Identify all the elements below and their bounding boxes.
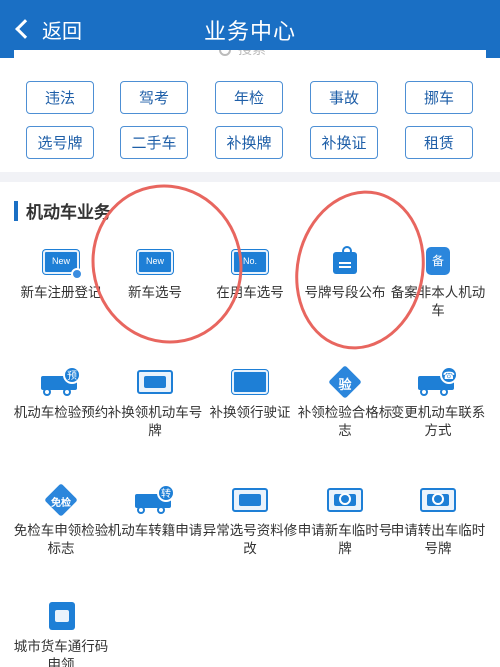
quick-button-accident[interactable]: 事故 bbox=[310, 81, 378, 114]
service-inspection-booking[interactable]: 预 机动车检验预约 bbox=[13, 366, 109, 422]
service-exempt-inspection-mark[interactable]: 免检 免检车申领检验标志 bbox=[13, 483, 109, 558]
service-label: 补换领行驶证 bbox=[209, 405, 291, 421]
red-circle-annotation bbox=[280, 178, 440, 362]
service-label: 变更机动车联系方式 bbox=[390, 405, 486, 439]
service-label: 城市货车通行码申领 bbox=[13, 639, 109, 667]
red-circle-annotation bbox=[70, 164, 264, 364]
section-accent-bar bbox=[14, 200, 18, 221]
truck-phone-icon: ☎ bbox=[418, 366, 458, 398]
truck-transfer-icon: 转 bbox=[135, 484, 175, 516]
quick-button-replace-license[interactable]: 补换证 bbox=[310, 126, 378, 159]
license-swap-icon bbox=[230, 366, 270, 398]
service-label: 补领检验合格标志 bbox=[297, 405, 393, 439]
service-label: 申请转出车临时号牌 bbox=[390, 523, 486, 557]
service-new-car-temp-plate[interactable]: 申请新车临时号牌 bbox=[297, 484, 393, 558]
service-replace-driving-license[interactable]: 补换领行驶证 bbox=[202, 366, 298, 422]
service-label: 机动车检验预约 bbox=[13, 405, 109, 421]
search-bar[interactable]: 搜索 bbox=[14, 50, 486, 68]
service-label: 机动车转籍申请 bbox=[107, 523, 203, 539]
quick-buttons-panel: 违法 驾考 年检 事故 挪车 选号牌 二手车 补换牌 补换证 租赁 bbox=[0, 68, 500, 172]
quick-button-replace-plate[interactable]: 补换牌 bbox=[215, 126, 283, 159]
section-divider bbox=[0, 172, 500, 182]
service-vehicle-transfer[interactable]: 转 机动车转籍申请 bbox=[107, 484, 203, 540]
section-title: 机动车业务 bbox=[26, 203, 111, 223]
service-label: 申请新车临时号牌 bbox=[297, 523, 393, 557]
service-change-contact-info[interactable]: ☎ 变更机动车联系方式 bbox=[390, 366, 486, 440]
service-abnormal-selection-edit[interactable]: 异常选号资料修改 bbox=[202, 484, 298, 558]
quick-button-violation[interactable]: 违法 bbox=[26, 81, 94, 114]
exempt-diamond-icon: 免检 bbox=[41, 483, 81, 517]
quick-button-annual-inspection[interactable]: 年检 bbox=[215, 81, 283, 114]
service-replace-vehicle-plate[interactable]: 补换领机动车号牌 bbox=[107, 366, 203, 440]
new-plate-check-icon: New bbox=[41, 246, 83, 280]
search-icon bbox=[219, 50, 231, 56]
temp-plate-out-icon bbox=[418, 484, 458, 516]
service-label: 异常选号资料修改 bbox=[202, 523, 298, 557]
edit-plate-icon bbox=[230, 484, 270, 516]
service-label: 补换领机动车号牌 bbox=[107, 405, 203, 439]
quick-button-rental[interactable]: 租赁 bbox=[405, 126, 473, 159]
section-header: 机动车业务 bbox=[14, 198, 111, 223]
plate-swap-icon bbox=[135, 366, 175, 398]
truck-booking-icon: 预 bbox=[41, 366, 81, 398]
quick-button-used-car[interactable]: 二手车 bbox=[120, 126, 188, 159]
search-placeholder: 搜索 bbox=[238, 50, 266, 58]
service-city-truck-pass[interactable]: 城市货车通行码申领 bbox=[13, 600, 109, 667]
service-label: 免检车申领检验标志 bbox=[13, 523, 109, 557]
quick-button-select-plate[interactable]: 选号牌 bbox=[26, 126, 94, 159]
quick-button-move-car[interactable]: 挪车 bbox=[405, 81, 473, 114]
quick-button-driving-test[interactable]: 驾考 bbox=[120, 81, 188, 114]
service-transfer-out-temp-plate[interactable]: 申请转出车临时号牌 bbox=[390, 484, 486, 558]
page-title: 业务中心 bbox=[203, 20, 296, 45]
inspection-diamond-icon: 验 bbox=[325, 365, 365, 399]
temp-plate-icon bbox=[325, 484, 365, 516]
service-inspection-mark-reissue[interactable]: 验 补领检验合格标志 bbox=[297, 365, 393, 440]
city-truck-pass-icon bbox=[41, 600, 81, 632]
